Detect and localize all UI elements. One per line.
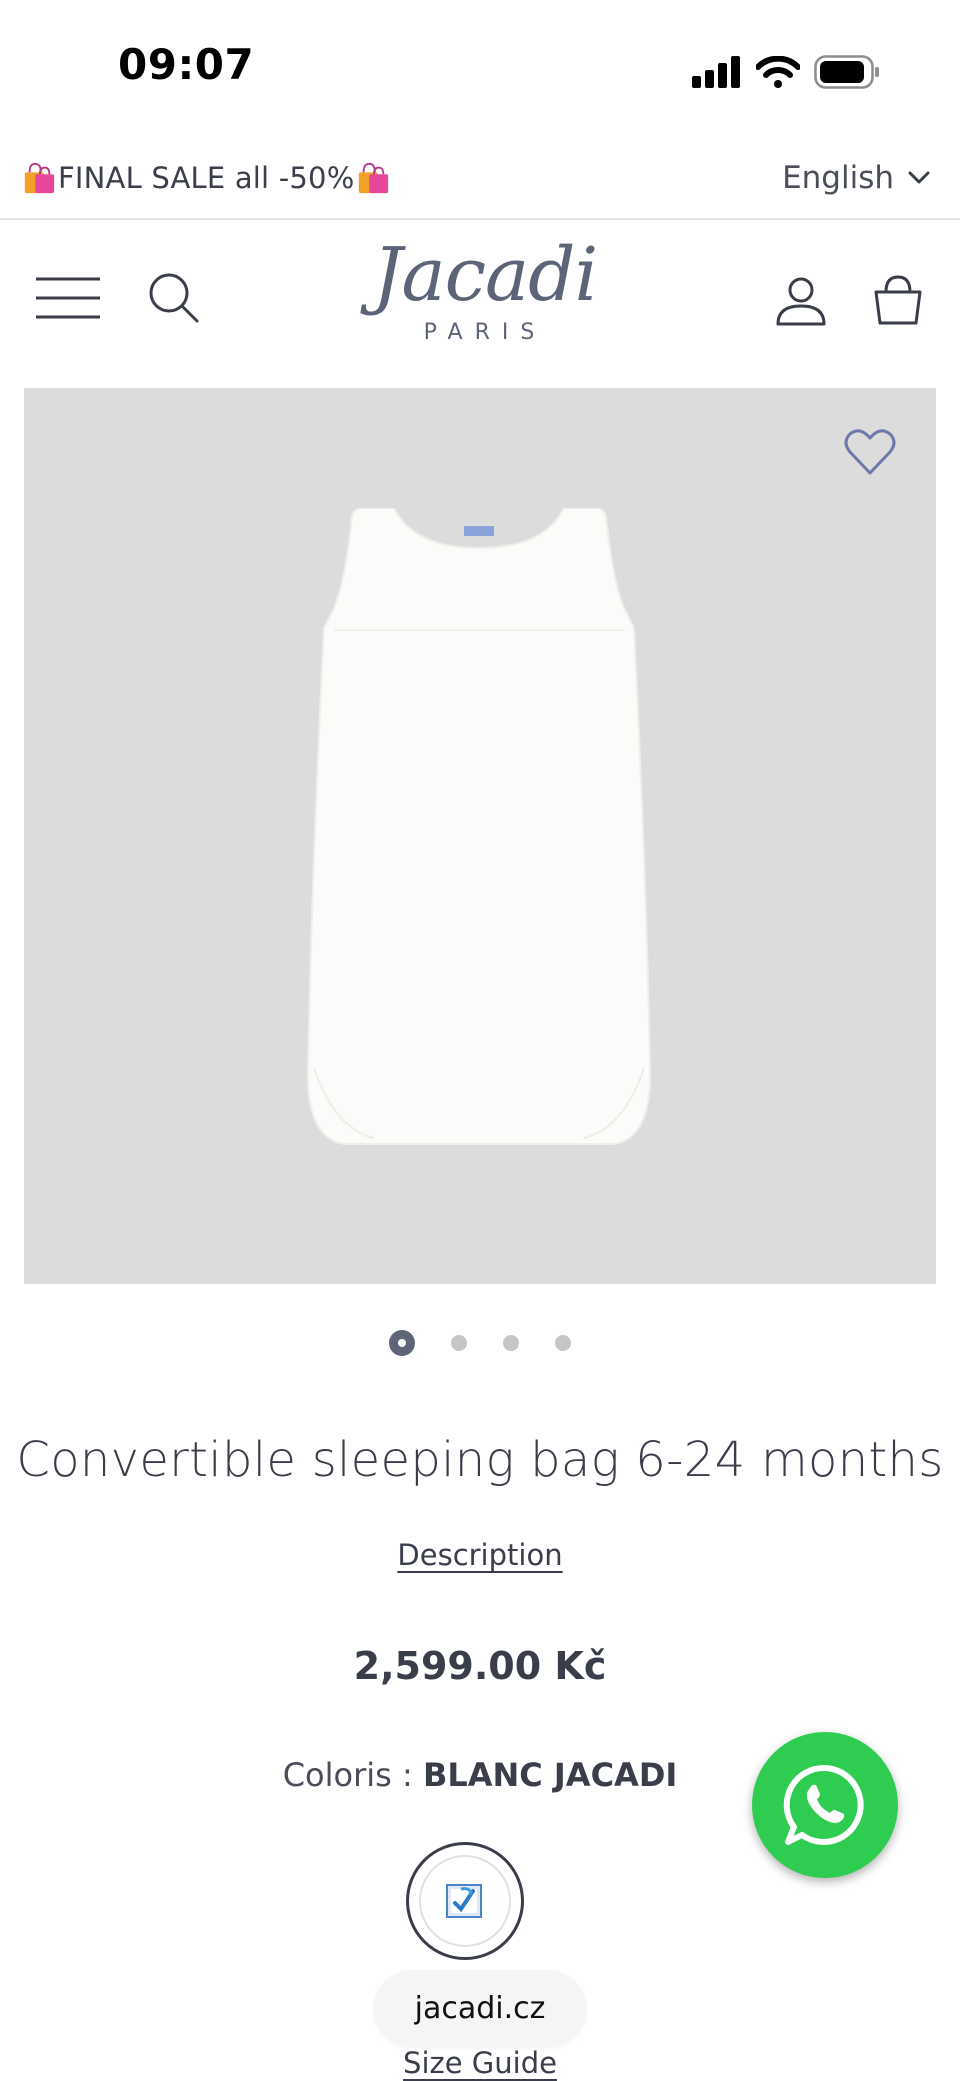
- whatsapp-button[interactable]: [752, 1732, 898, 1878]
- color-value: BLANC JACADI: [422, 1756, 678, 1794]
- carousel-dot[interactable]: [503, 1335, 519, 1351]
- carousel-dot[interactable]: [555, 1335, 571, 1351]
- account-icon[interactable]: [776, 276, 826, 326]
- product-image[interactable]: [24, 388, 936, 1284]
- shopping-bags-icon: [24, 162, 55, 194]
- shopping-bag-icon[interactable]: [874, 274, 922, 326]
- description-link-row: Description: [0, 1538, 960, 1572]
- missing-image-icon: [446, 1884, 482, 1918]
- carousel-indicator: [0, 1330, 960, 1356]
- promo-text: FINAL SALE all -50%: [58, 161, 355, 195]
- cellular-signal-icon: [692, 56, 740, 88]
- whatsapp-icon: [783, 1764, 864, 1845]
- product-price: 2,599.00 Kč: [353, 1644, 607, 1688]
- promo-banner[interactable]: FINAL SALE all -50%: [22, 160, 390, 196]
- status-icons: [692, 52, 880, 92]
- sleeping-bag-illustration: [306, 508, 652, 1145]
- logo-wordmark[interactable]: Jacadi: [370, 238, 600, 312]
- carousel-dot[interactable]: [451, 1335, 467, 1351]
- swatch-ring: [419, 1855, 511, 1947]
- menu-icon[interactable]: [36, 276, 100, 320]
- logo-subtitle: PARIS: [423, 320, 547, 345]
- chevron-down-icon: [908, 171, 930, 184]
- heart-icon[interactable]: [844, 428, 896, 476]
- size-guide-row: Size Guide: [0, 2046, 960, 2080]
- battery-icon: [814, 55, 879, 89]
- carousel-dot-active[interactable]: [389, 1330, 415, 1356]
- language-selector[interactable]: English: [782, 160, 930, 196]
- shopping-bags-icon: [359, 162, 389, 194]
- size-guide-link[interactable]: Size Guide: [403, 2046, 557, 2080]
- product-title: Convertible sleeping bag 6-24 months: [16, 1432, 944, 1488]
- language-label: English: [782, 160, 894, 196]
- browser-url-pill[interactable]: jacadi.cz: [374, 1970, 586, 2046]
- description-link[interactable]: Description: [397, 1538, 562, 1572]
- color-swatch[interactable]: [406, 1842, 524, 1960]
- color-label: Coloris :: [282, 1756, 413, 1794]
- search-icon[interactable]: [148, 272, 200, 324]
- status-time: 09:07: [118, 40, 255, 89]
- wifi-icon: [756, 56, 800, 88]
